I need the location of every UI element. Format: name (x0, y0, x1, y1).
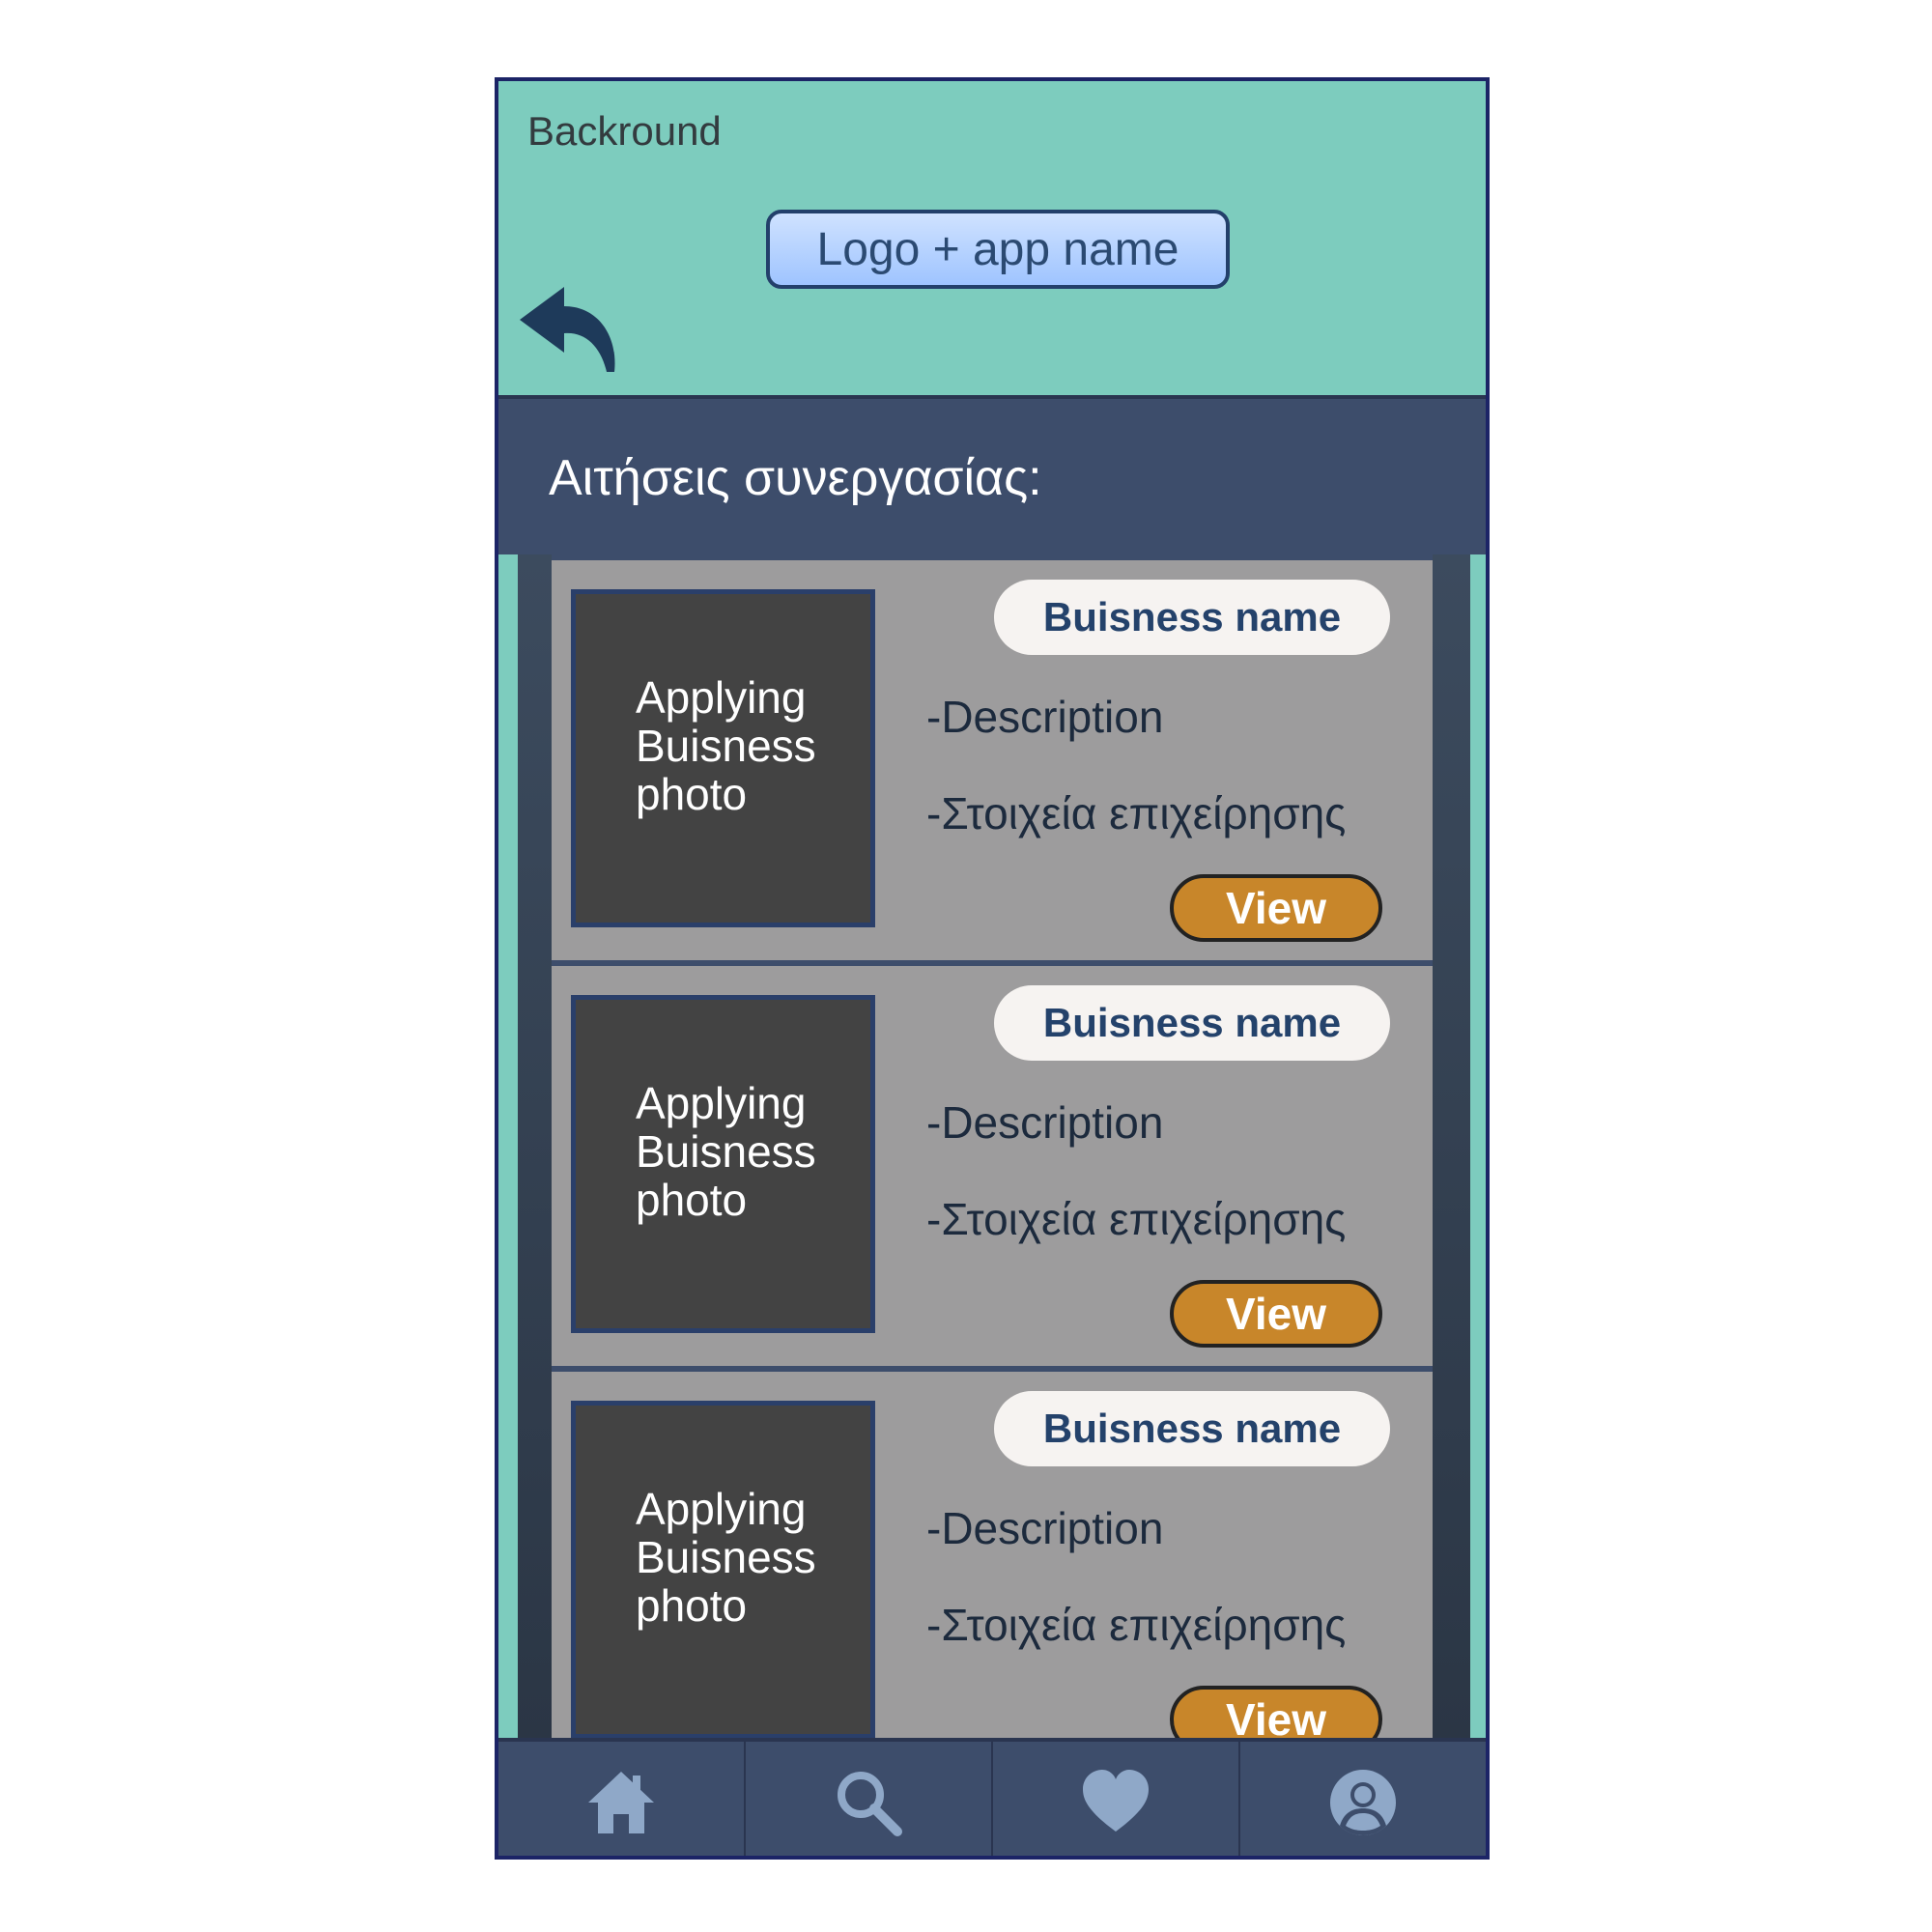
phone-screen: Backround Logo + app name Αιτήσεις συνερ… (495, 77, 1490, 1860)
business-description: -Description (926, 1097, 1164, 1148)
request-list[interactable]: Applying Buisness photo Buisness name -D… (518, 554, 1470, 1738)
business-details: -Στοιχεία επιχείρησης (926, 1194, 1347, 1244)
photo-label-line: Buisness (636, 1532, 816, 1582)
business-photo: Applying Buisness photo (571, 995, 875, 1333)
business-photo: Applying Buisness photo (571, 1401, 875, 1738)
logo-app-name: Logo + app name (766, 210, 1230, 289)
view-button[interactable]: View (1170, 1686, 1382, 1738)
photo-label-line: Applying (636, 1484, 807, 1534)
bottom-nav (498, 1738, 1486, 1856)
title-bar: Αιτήσεις συνεργασίας: (498, 395, 1486, 554)
business-description: -Description (926, 692, 1164, 742)
search-icon (838, 1772, 902, 1836)
nav-home[interactable] (498, 1742, 746, 1856)
photo-label-line: Buisness (636, 721, 816, 771)
request-card: Applying Buisness photo Buisness name -D… (552, 554, 1433, 960)
photo-label-line: Applying (636, 1078, 807, 1128)
back-arrow-icon (520, 287, 615, 372)
photo-label-line: Buisness (636, 1126, 816, 1177)
business-name: Buisness name (994, 580, 1390, 655)
heart-icon (1083, 1770, 1149, 1832)
view-button[interactable]: View (1170, 1280, 1382, 1348)
nav-profile[interactable] (1240, 1742, 1486, 1856)
business-description: -Description (926, 1503, 1164, 1553)
page-title: Αιτήσεις συνεργασίας: (549, 450, 1042, 506)
business-photo: Applying Buisness photo (571, 589, 875, 927)
home-icon (588, 1772, 654, 1833)
photo-label-line: photo (636, 769, 748, 819)
photo-label-line: photo (636, 1175, 748, 1225)
header: Backround Logo + app name (498, 81, 1486, 395)
photo-label-line: photo (636, 1580, 748, 1631)
business-name: Buisness name (994, 985, 1390, 1061)
business-details: -Στοιχεία επιχείρησης (926, 1600, 1347, 1650)
request-card: Applying Buisness photo Buisness name -D… (552, 1366, 1433, 1738)
nav-favorites[interactable] (993, 1742, 1240, 1856)
back-button[interactable] (518, 279, 634, 376)
background-label: Backround (527, 108, 722, 154)
business-name: Buisness name (994, 1391, 1390, 1466)
nav-search[interactable] (746, 1742, 993, 1856)
photo-label-line: Applying (636, 672, 807, 723)
view-button[interactable]: View (1170, 874, 1382, 942)
business-details: -Στοιχεία επιχείρησης (926, 788, 1347, 838)
user-icon (1330, 1770, 1396, 1835)
request-card: Applying Buisness photo Buisness name -D… (552, 960, 1433, 1366)
